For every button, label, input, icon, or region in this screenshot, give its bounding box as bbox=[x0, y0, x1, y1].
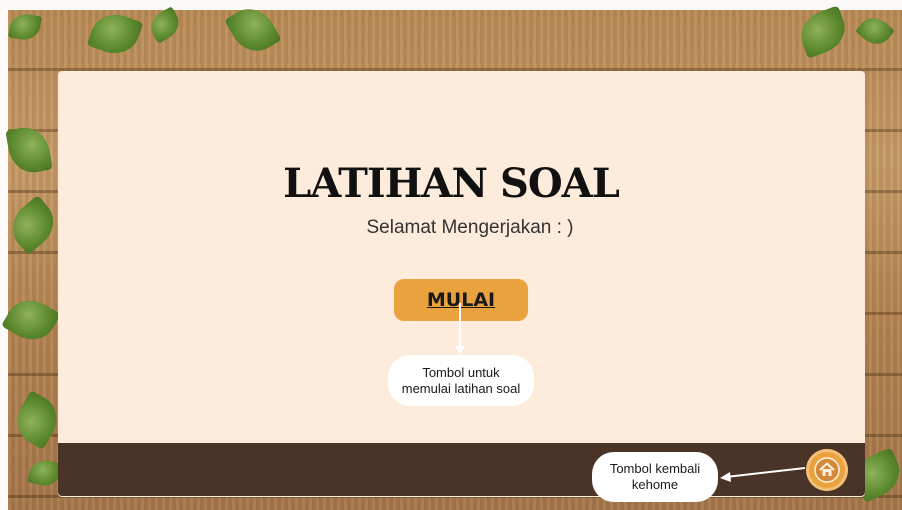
arrow-head bbox=[455, 346, 465, 354]
home-callout-arrow bbox=[725, 467, 806, 478]
arrow-head bbox=[720, 472, 731, 482]
callout-arrows bbox=[455, 303, 806, 482]
